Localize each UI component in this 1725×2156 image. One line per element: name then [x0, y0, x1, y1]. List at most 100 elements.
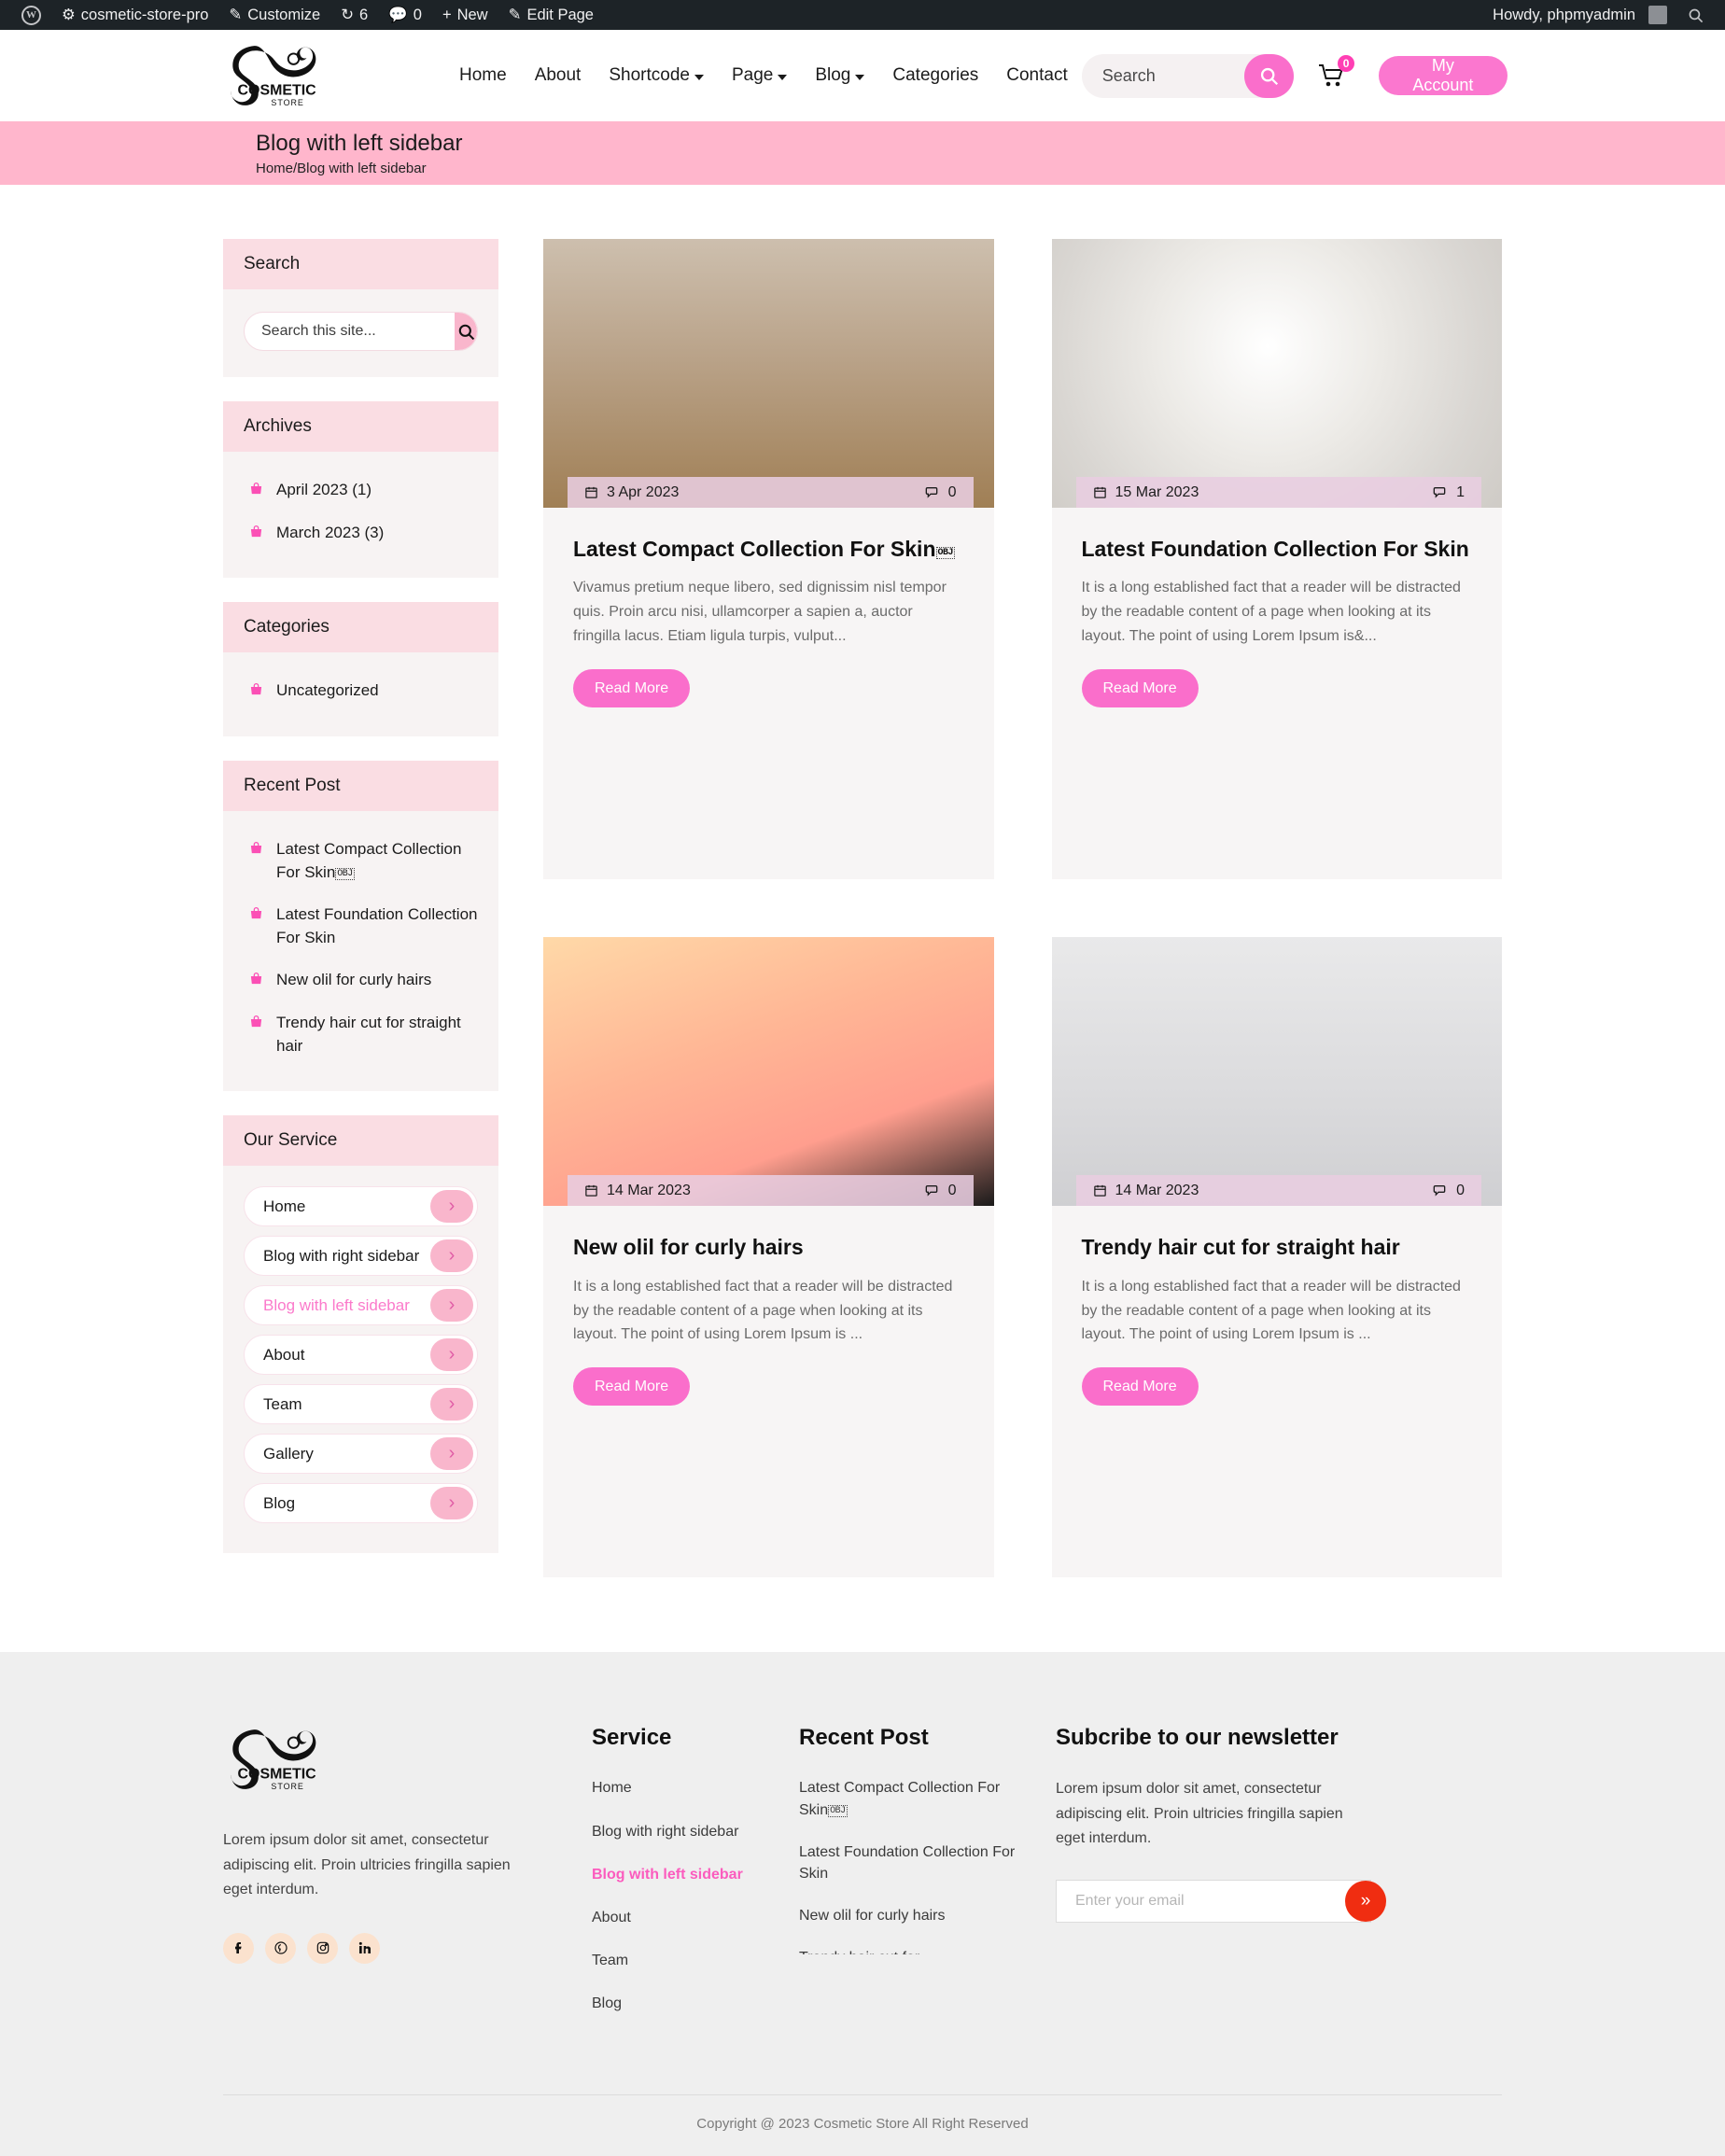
linkedin-icon[interactable] [349, 1932, 380, 1964]
post-excerpt: It is a long established fact that a rea… [573, 1278, 953, 1343]
wp-admin-bar: ⚙ cosmetic-store-pro ✎ Customize ↻ 6 💬 0… [0, 0, 1725, 30]
nav-label: Shortcode [609, 65, 690, 85]
page-wrap: Search Archives [223, 185, 1502, 1652]
post-title[interactable]: Trendy hair cut for straight hair [1082, 1234, 1473, 1261]
object-replacement-glyph: OBJ [935, 547, 956, 559]
service-item-home[interactable]: Home › [244, 1186, 478, 1227]
pinterest-icon[interactable] [265, 1932, 296, 1964]
service-item-about[interactable]: About › [244, 1335, 478, 1376]
my-account-button[interactable]: My Account [1379, 56, 1508, 95]
footer-newsletter-column: Subcribe to our newsletter Lorem ipsum d… [1056, 1725, 1392, 2036]
service-item-gallery[interactable]: Gallery › [244, 1434, 478, 1475]
updates-link[interactable]: ↻ 6 [330, 0, 378, 30]
list-item[interactable]: Latest Foundation Collection For Skin [244, 897, 478, 962]
nav-item-categories[interactable]: Categories [878, 65, 992, 86]
nav-item-blog[interactable]: Blog [801, 65, 878, 86]
footer-link-team[interactable]: Team [592, 1950, 762, 1971]
nav-item-home[interactable]: Home [445, 65, 521, 86]
service-item-team[interactable]: Team › [244, 1384, 478, 1425]
post-thumbnail[interactable]: 15 Mar 2023 1 [1051, 239, 1502, 508]
service-item-label: Blog with right sidebar [263, 1246, 420, 1265]
nav-label: Blog [815, 65, 851, 85]
service-item-label: Gallery [263, 1444, 314, 1463]
admin-search-button[interactable] [1677, 0, 1714, 30]
list-item[interactable]: Trendy hair cut for straight hair [244, 1005, 478, 1071]
post-date: 14 Mar 2023 [584, 1183, 691, 1199]
edit-page-link[interactable]: ✎ Edit Page [498, 0, 604, 30]
avatar [1648, 6, 1667, 24]
post-thumbnail[interactable]: 14 Mar 2023 0 [543, 937, 994, 1207]
search-icon [458, 324, 474, 340]
post-meta: 14 Mar 2023 0 [1075, 1175, 1481, 1207]
service-item-blog[interactable]: Blog › [244, 1483, 478, 1524]
wordpress-logo-icon [21, 5, 41, 25]
handbag-icon [250, 841, 262, 854]
post-excerpt: Vivamus pretium neque libero, sed dignis… [573, 580, 947, 645]
post-comment-count: 0 [947, 483, 957, 500]
howdy-user-menu[interactable]: Howdy, phpmyadmin [1482, 0, 1677, 30]
site-name-menu[interactable]: ⚙ cosmetic-store-pro [51, 0, 218, 30]
service-item-label: Blog [263, 1493, 296, 1512]
footer-recent-item[interactable]: Latest Compact Collection For Skin OBJ [799, 1777, 1018, 1820]
widget-title-archives: Archives [223, 401, 498, 452]
sidebar-search-submit[interactable] [455, 313, 477, 350]
footer-link-blog-right-sidebar[interactable]: Blog with right sidebar [592, 1821, 762, 1842]
footer-link-home[interactable]: Home [592, 1777, 762, 1799]
footer-link-blog-left-sidebar[interactable]: Blog with left sidebar [592, 1864, 762, 1885]
newsletter-email-input[interactable] [1056, 1879, 1371, 1923]
post-title[interactable]: New olil for curly hairs [573, 1234, 964, 1261]
new-content-link[interactable]: + New [432, 0, 498, 30]
search-submit-button[interactable] [1244, 53, 1295, 98]
service-item-blog-left-sidebar[interactable]: Blog with left sidebar › [244, 1285, 478, 1326]
widget-title-service: Our Service [223, 1115, 498, 1167]
widget-title-search: Search [223, 239, 498, 289]
wordpress-logo-menu[interactable] [11, 0, 51, 30]
post-card: 14 Mar 2023 0 New olil for curly hairs I… [543, 937, 994, 1578]
nav-item-page[interactable]: Page [718, 65, 801, 86]
post-comments: 0 [925, 484, 957, 501]
footer-recent-item[interactable]: Latest Foundation Collection For Skin [799, 1841, 1018, 1884]
service-item-blog-right-sidebar[interactable]: Blog with right sidebar › [244, 1236, 478, 1277]
site-logo[interactable]: COSMETIC STORE [223, 41, 343, 110]
footer-recent-item[interactable]: New olil for curly hairs [799, 1905, 1018, 1926]
nav-item-about[interactable]: About [521, 65, 596, 86]
read-more-button[interactable]: Read More [573, 669, 691, 708]
edit-page-label: Edit Page [526, 6, 594, 23]
sidebar-search-input[interactable] [245, 323, 455, 340]
comments-link[interactable]: 💬 0 [378, 0, 432, 30]
instagram-icon[interactable] [307, 1932, 338, 1964]
main-navigation: Home About Shortcode Page Blog Categorie… [445, 65, 1082, 86]
list-item[interactable]: April 2023 (1) [244, 472, 478, 515]
breadcrumb[interactable]: Home/Blog with left sidebar [256, 161, 1502, 176]
post-thumbnail[interactable]: 14 Mar 2023 0 [1051, 937, 1502, 1207]
post-comment-count: 0 [947, 1182, 957, 1198]
calendar-icon [1093, 1185, 1106, 1197]
footer-recent-item[interactable]: Trendy hair cut for [799, 1947, 1018, 1954]
post-title[interactable]: Latest Foundation Collection For Skin [1082, 536, 1473, 563]
nav-item-shortcode[interactable]: Shortcode [595, 65, 718, 86]
newsletter-form: » [1056, 1879, 1386, 1923]
post-thumbnail[interactable]: 3 Apr 2023 0 [543, 239, 994, 508]
handbag-icon [250, 1015, 262, 1028]
post-card: 3 Apr 2023 0 Latest Compact Collection F… [543, 239, 994, 880]
widget-body-categories: Uncategorized [223, 652, 498, 736]
newsletter-submit-button[interactable]: » [1345, 1880, 1386, 1922]
facebook-icon[interactable] [223, 1932, 254, 1964]
post-meta: 15 Mar 2023 1 [1075, 477, 1481, 508]
read-more-button[interactable]: Read More [1081, 1367, 1199, 1407]
read-more-button[interactable]: Read More [573, 1367, 691, 1407]
search-input[interactable] [1101, 65, 1261, 86]
footer-link-blog[interactable]: Blog [592, 1993, 762, 2014]
post-title[interactable]: Latest Compact Collection For Skin OBJ [573, 536, 964, 563]
footer-link-about[interactable]: About [592, 1907, 762, 1928]
read-more-button[interactable]: Read More [1081, 669, 1199, 708]
chevron-right-icon: › [430, 1239, 473, 1273]
list-item[interactable]: Uncategorized [244, 673, 478, 716]
list-item[interactable]: Latest Compact Collection For Skin OBJ [244, 832, 478, 897]
list-item[interactable]: New olil for curly hairs [244, 962, 478, 1005]
nav-item-contact[interactable]: Contact [992, 65, 1081, 86]
list-item[interactable]: March 2023 (3) [244, 515, 478, 558]
cart-button[interactable]: 0 [1318, 55, 1355, 88]
customize-link[interactable]: ✎ Customize [218, 0, 330, 30]
post-comment-count: 0 [1456, 1182, 1465, 1198]
